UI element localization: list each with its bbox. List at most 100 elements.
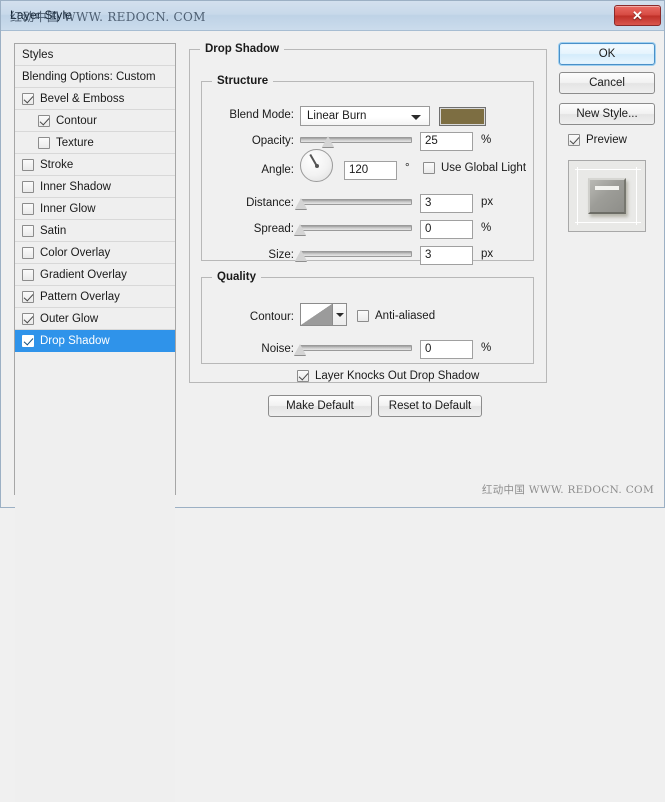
contour-preset-picker[interactable] xyxy=(300,303,347,326)
size-slider[interactable] xyxy=(295,246,412,262)
style-list-item-satin[interactable]: Satin xyxy=(15,220,175,242)
spread-unit: % xyxy=(481,222,492,234)
noise-label: Noise: xyxy=(261,343,294,355)
style-list-item-label: Outer Glow xyxy=(40,312,99,325)
preview-label: Preview xyxy=(586,134,627,146)
style-enable-checkbox[interactable] xyxy=(22,290,34,303)
opacity-input[interactable]: 25 xyxy=(420,132,473,151)
opacity-unit: % xyxy=(481,134,492,146)
opacity-slider-track xyxy=(300,137,412,143)
layer-style-dialog: Layer Style 红动中国 WWW. REDOCN. COM ✕ Styl… xyxy=(0,0,665,802)
checkbox-box xyxy=(357,310,369,322)
structure-group-title: Structure xyxy=(217,75,269,87)
reset-to-default-button[interactable]: Reset to Default xyxy=(378,395,482,417)
preview-checkbox[interactable]: Preview xyxy=(568,134,627,146)
opacity-slider[interactable] xyxy=(300,132,412,148)
style-list-item-texture[interactable]: Texture xyxy=(15,132,175,154)
use-global-light-checkbox[interactable]: Use Global Light xyxy=(423,162,526,174)
style-list-item-bevel-emboss[interactable]: Bevel & Emboss xyxy=(15,88,175,110)
title-bar: Layer Style 红动中国 WWW. REDOCN. COM ✕ xyxy=(1,1,664,31)
contour-curve-icon xyxy=(301,304,333,325)
style-list-item-label: Bevel & Emboss xyxy=(40,92,125,105)
layer-knocks-out-checkbox[interactable]: Layer Knocks Out Drop Shadow xyxy=(297,370,479,382)
make-default-button[interactable]: Make Default xyxy=(268,395,372,417)
noise-unit: % xyxy=(481,342,492,354)
structure-group: Structure Blend Mode: Linear Burn Opacit… xyxy=(201,75,534,265)
style-list-item-pattern-overlay[interactable]: Pattern Overlay xyxy=(15,286,175,308)
style-list-item-drop-shadow[interactable]: Drop Shadow xyxy=(15,330,175,352)
preview-shape xyxy=(588,178,626,214)
shadow-color-swatch[interactable] xyxy=(439,107,486,126)
style-enable-checkbox[interactable] xyxy=(22,158,34,171)
style-list-item-stroke[interactable]: Stroke xyxy=(15,154,175,176)
anti-aliased-label: Anti-aliased xyxy=(375,310,436,322)
preview-shape-highlight xyxy=(595,186,619,190)
style-list-item-label: Pattern Overlay xyxy=(40,290,120,303)
size-unit: px xyxy=(481,248,494,260)
style-list-item-inner-shadow[interactable]: Inner Shadow xyxy=(15,176,175,198)
distance-label: Distance: xyxy=(246,197,294,209)
quality-group-title: Quality xyxy=(217,271,256,283)
style-enable-checkbox[interactable] xyxy=(22,180,34,193)
distance-slider[interactable] xyxy=(295,194,412,210)
noise-input[interactable]: 0 xyxy=(420,340,473,359)
style-enable-checkbox[interactable] xyxy=(38,114,50,127)
style-list-item-label: Texture xyxy=(56,136,94,149)
style-enable-checkbox[interactable] xyxy=(22,334,34,347)
distance-input[interactable]: 3 xyxy=(420,194,473,213)
chevron-down-icon[interactable] xyxy=(333,304,346,325)
close-button[interactable]: ✕ xyxy=(614,5,661,26)
distance-slider-track xyxy=(300,199,412,205)
style-list-item-label: Satin xyxy=(40,224,67,237)
style-enable-checkbox[interactable] xyxy=(22,246,34,259)
style-list-item-outer-glow[interactable]: Outer Glow xyxy=(15,308,175,330)
cancel-button[interactable]: Cancel xyxy=(559,72,655,94)
chevron-down-icon xyxy=(411,115,421,120)
style-list-item-inner-glow[interactable]: Inner Glow xyxy=(15,198,175,220)
blend-mode-select[interactable]: Linear Burn xyxy=(300,106,430,126)
style-enable-checkbox[interactable] xyxy=(22,224,34,237)
noise-slider-thumb[interactable] xyxy=(294,344,306,355)
checkbox-box xyxy=(568,134,580,146)
spread-slider[interactable] xyxy=(294,220,412,236)
style-enable-checkbox[interactable] xyxy=(22,312,34,325)
style-list-item-label: Inner Glow xyxy=(40,202,96,215)
style-list-item-blending-options-custom[interactable]: Blending Options: Custom xyxy=(15,66,175,88)
size-slider-thumb[interactable] xyxy=(295,250,308,261)
size-input[interactable]: 3 xyxy=(420,246,473,265)
style-list-item-label: Contour xyxy=(56,114,97,127)
checkbox-box xyxy=(423,162,435,174)
style-list-item-label: Blending Options: Custom xyxy=(22,70,156,83)
ok-button[interactable]: OK xyxy=(559,43,655,65)
opacity-label: Opacity: xyxy=(251,135,294,147)
blend-mode-value: Linear Burn xyxy=(307,110,367,122)
noise-slider[interactable] xyxy=(294,340,412,356)
anti-aliased-checkbox[interactable]: Anti-aliased xyxy=(357,310,435,322)
style-list-item-gradient-overlay[interactable]: Gradient Overlay xyxy=(15,264,175,286)
style-list-item-color-overlay[interactable]: Color Overlay xyxy=(15,242,175,264)
style-enable-checkbox[interactable] xyxy=(38,136,50,149)
close-icon: ✕ xyxy=(632,8,643,23)
dialog-actions: OK Cancel New Style... Preview xyxy=(559,43,657,495)
size-label: Size: xyxy=(268,249,294,261)
spread-slider-thumb[interactable] xyxy=(294,224,306,235)
style-list-item-contour[interactable]: Contour xyxy=(15,110,175,132)
spread-input[interactable]: 0 xyxy=(420,220,473,239)
style-list-item-label: Inner Shadow xyxy=(40,180,111,193)
checkbox-box xyxy=(297,370,309,382)
angle-dial-hub xyxy=(314,163,319,168)
style-enable-checkbox[interactable] xyxy=(22,92,34,105)
use-global-light-label: Use Global Light xyxy=(441,162,527,174)
angle-dial[interactable] xyxy=(300,149,333,182)
blend-mode-label: Blend Mode: xyxy=(229,109,294,121)
new-style-button[interactable]: New Style... xyxy=(559,103,655,125)
styles-list[interactable]: Styles Blending Options: Custom Bevel & Em… xyxy=(14,43,176,802)
distance-slider-thumb[interactable] xyxy=(295,198,308,209)
style-list-item-styles[interactable]: Styles xyxy=(15,44,175,66)
opacity-slider-thumb[interactable] xyxy=(322,136,334,147)
angle-input[interactable]: 120 xyxy=(344,161,397,180)
style-enable-checkbox[interactable] xyxy=(22,202,34,215)
style-enable-checkbox[interactable] xyxy=(22,268,34,281)
drop-shadow-group: Drop Shadow Structure Blend Mode: Linear… xyxy=(189,43,547,383)
styles-list-empty-area xyxy=(15,352,175,802)
